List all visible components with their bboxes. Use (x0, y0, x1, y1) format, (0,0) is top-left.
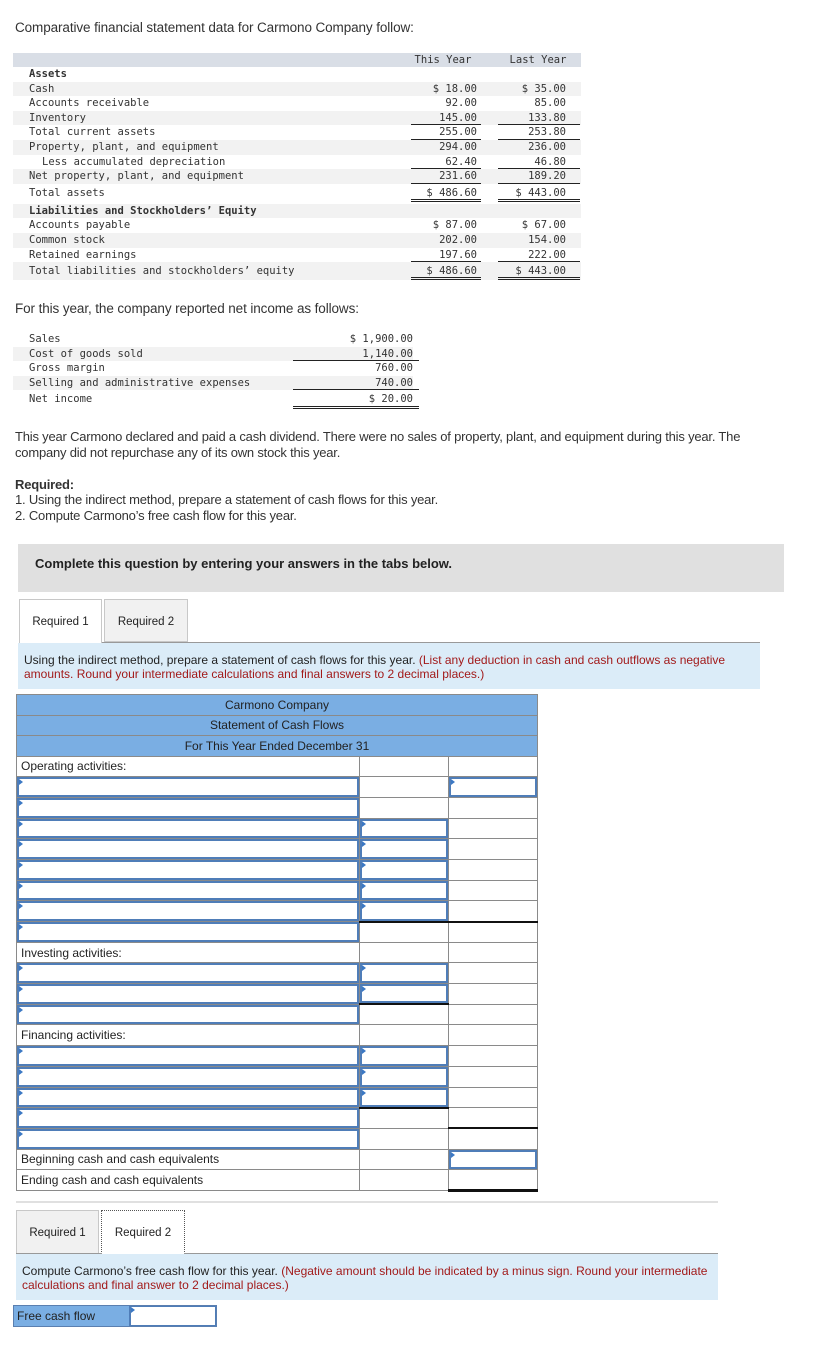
operating-label-input[interactable] (17, 797, 359, 818)
statement-period: For This Year Ended December 31 (16, 735, 538, 757)
tab-required-1[interactable]: Required 1 (16, 1210, 99, 1254)
financing-label-input[interactable] (17, 1087, 359, 1108)
financing-label-input[interactable] (17, 1046, 359, 1066)
income-intro: For this year, the company reported net … (15, 301, 359, 316)
operating-net-label-input[interactable] (17, 922, 359, 942)
header-last-year: Last Year (509, 54, 567, 66)
table-row: Common stock 202.00 154.00 (13, 232, 581, 248)
operating-amount-input[interactable] (359, 839, 448, 859)
investing-label-input[interactable] (17, 963, 359, 984)
table-row: Inventory 145.00 133.80 (13, 110, 581, 126)
investing-activities-label: Investing activities: (16, 941, 360, 964)
investing-net-label-input[interactable] (17, 1004, 359, 1025)
req2-instructions: Compute Carmono’s free cash flow for thi… (16, 1254, 718, 1300)
income-statement-table: Sales $ 1,900.00 Cost of goods sold 1,140.… (13, 332, 419, 410)
table-row: Cash $ 18.00 $ 35.00 (13, 81, 581, 97)
investing-amount-input[interactable] (359, 963, 448, 984)
tab-required-2[interactable]: Required 2 (101, 1210, 185, 1254)
operating-total-input[interactable] (448, 777, 537, 797)
operating-label-input[interactable] (17, 880, 359, 901)
table-row: Gross margin 760.00 (29, 362, 413, 375)
free-cash-flow-input[interactable] (129, 1306, 216, 1326)
table-row: Retained earnings 197.60 222.00 (13, 248, 581, 263)
free-cash-flow-row: Free cash flow (13, 1305, 217, 1327)
assets-title: Assets (29, 68, 67, 80)
financing-amount-input[interactable] (359, 1066, 448, 1087)
beginning-cash-label: Beginning cash and cash equivalents (16, 1148, 360, 1171)
divider (16, 1201, 718, 1203)
beginning-cash-input[interactable] (448, 1149, 537, 1170)
tab-required-2[interactable]: Required 2 (104, 599, 188, 642)
table-row: Total assets $ 486.60 $ 443.00 (13, 184, 581, 202)
note-line-2: company did not repurchase any of its ow… (15, 445, 341, 460)
operating-label-input[interactable] (17, 777, 359, 797)
tab-required-1[interactable]: Required 1 (19, 599, 102, 643)
statement-title: Statement of Cash Flows (16, 714, 538, 736)
financing-net-label-input[interactable] (17, 1108, 359, 1128)
required-title: Required: (15, 477, 74, 492)
financing-activities-label: Financing activities: (16, 1024, 360, 1047)
table-row: Less accumulated depreciation 62.40 46.80 (13, 155, 581, 170)
header-this-year: This Year (414, 54, 472, 66)
free-cash-flow-label: Free cash flow (14, 1306, 129, 1326)
table-row: Property, plant, and equipment 294.00 236.… (13, 139, 581, 155)
operating-amount-input[interactable] (359, 880, 448, 901)
operating-activities-label: Operating activities: (16, 755, 360, 778)
balance-sheet-table: This Year Last Year Assets Cash $ 18.00 $ … (13, 53, 581, 281)
financing-label-input[interactable] (17, 1066, 359, 1087)
operating-label-input[interactable] (17, 818, 359, 839)
table-row: Cost of goods sold 1,140.00 (13, 346, 419, 362)
ending-cash-label: Ending cash and cash equivalents (16, 1169, 360, 1191)
operating-amount-input[interactable] (359, 818, 448, 839)
table-row: Accounts payable $ 87.00 $ 67.00 (29, 219, 566, 232)
table-row: Net income $ 20.00 (13, 390, 419, 410)
table-row: Net property, plant, and equipment 231.60… (13, 169, 581, 184)
liabilities-title: Liabilities and Stockholders’ Equity (29, 204, 257, 217)
required-item-2: 2. Compute Carmono’s free cash flow for … (15, 508, 297, 523)
table-row: Selling and administrative expenses 740.0… (13, 375, 419, 391)
net-change-label-input[interactable] (17, 1128, 359, 1149)
cash-flow-statement-table: Carmono Company Statement of Cash Flows … (16, 694, 539, 1192)
operating-amount-input[interactable] (359, 859, 448, 880)
intro-text: Comparative financial statement data for… (15, 20, 414, 35)
financing-amount-input[interactable] (359, 1087, 448, 1107)
operating-label-input[interactable] (17, 901, 359, 921)
complete-banner: Complete this question by entering your … (18, 544, 784, 592)
financing-amount-input[interactable] (359, 1046, 448, 1066)
table-row: Total current assets 255.00 253.80 (13, 125, 581, 140)
operating-amount-input[interactable] (359, 901, 448, 921)
table-row: Sales $ 1,900.00 (29, 333, 413, 345)
investing-amount-input[interactable] (359, 984, 448, 1004)
operating-label-input[interactable] (17, 839, 359, 859)
table-row: Accounts receivable 92.00 85.00 (29, 97, 566, 110)
company-name: Carmono Company (16, 694, 538, 716)
investing-label-input[interactable] (17, 984, 359, 1004)
req1-instructions: Using the indirect method, prepare a sta… (18, 643, 760, 689)
required-item-1: 1. Using the indirect method, prepare a … (15, 492, 439, 507)
note-line-1: This year Carmono declared and paid a ca… (15, 429, 741, 444)
operating-label-input[interactable] (17, 859, 359, 880)
balance-sheet-header: This Year Last Year (13, 53, 581, 67)
table-row: Total liabilities and stockholders’ equi… (13, 262, 581, 281)
